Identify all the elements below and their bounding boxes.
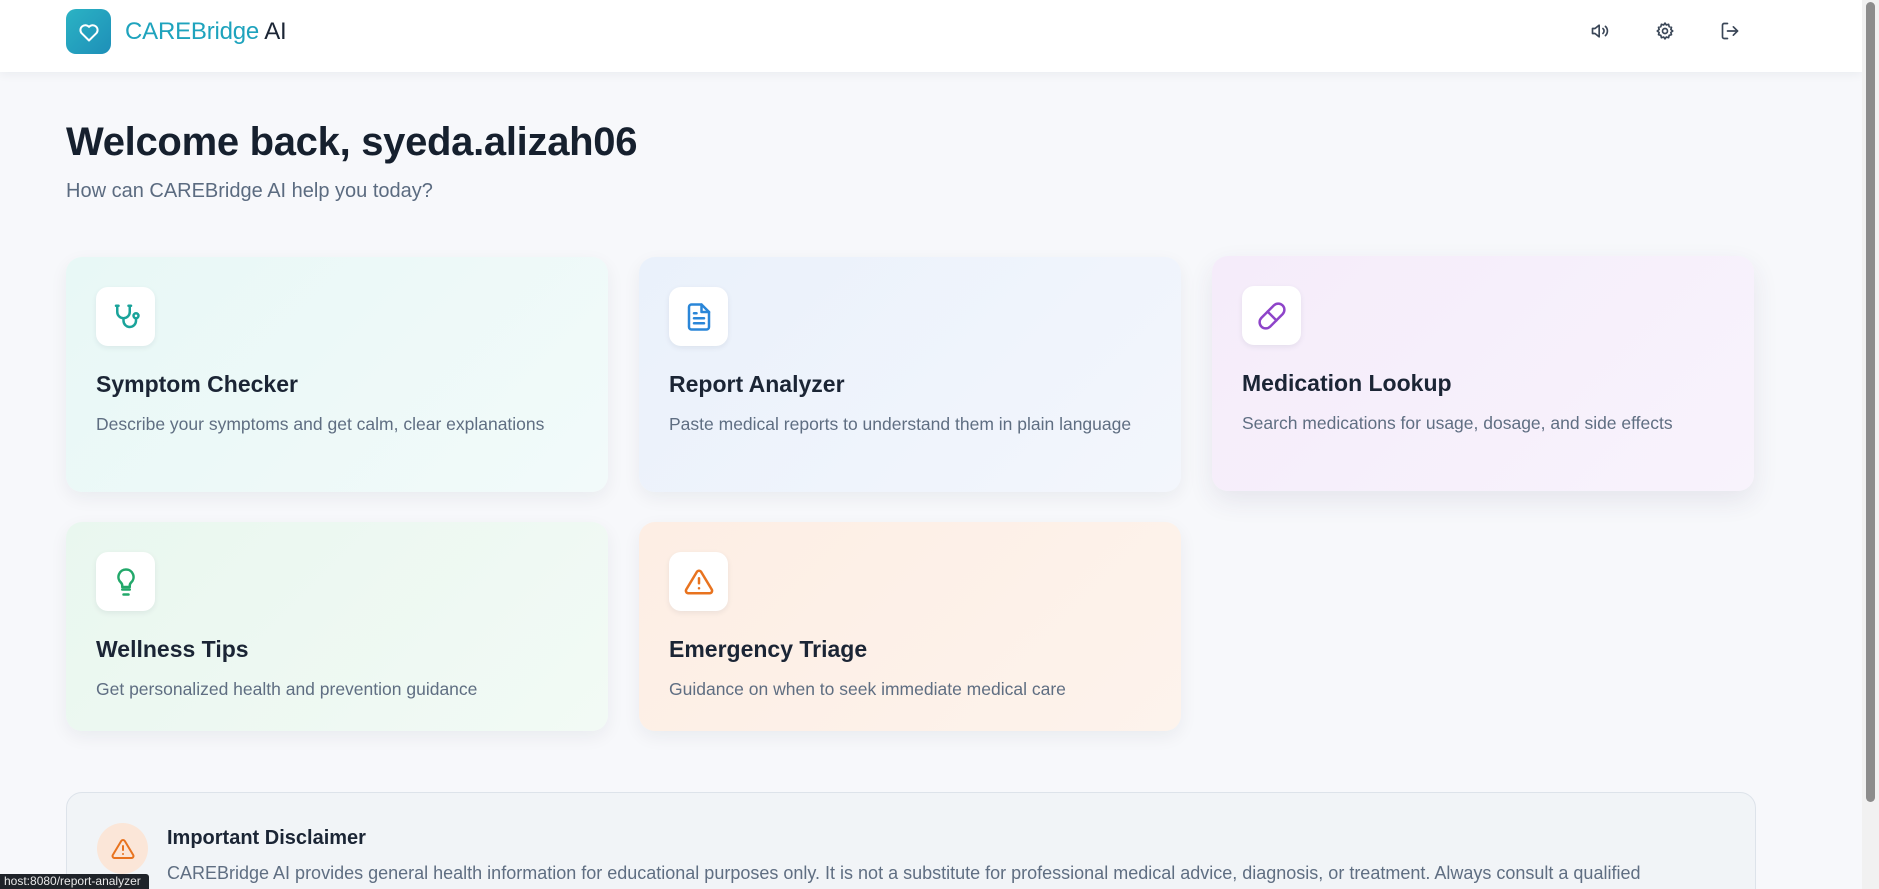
stethoscope-icon xyxy=(114,304,140,328)
card-report-analyzer[interactable]: Report Analyzer Paste medical reports to… xyxy=(639,257,1181,492)
card-title: Wellness Tips xyxy=(96,636,249,662)
top-header: CAREBridge AI xyxy=(0,0,1862,72)
disclaimer-panel: Important Disclaimer CAREBridge AI provi… xyxy=(66,792,1756,889)
card-icon-box xyxy=(1242,286,1301,345)
gear-icon xyxy=(1656,22,1674,40)
card-description: Get personalized health and prevention g… xyxy=(96,679,478,699)
logout-icon xyxy=(1721,22,1739,40)
heart-icon xyxy=(78,23,99,41)
card-description: Guidance on when to seek immediate medic… xyxy=(669,679,1066,699)
warning-icon xyxy=(684,568,713,594)
brand-name-part2: AI xyxy=(264,18,287,45)
card-symptom-checker[interactable]: Symptom Checker Describe your symptoms a… xyxy=(66,257,608,492)
audio-button[interactable] xyxy=(1583,14,1617,48)
card-description: Paste medical reports to understand them… xyxy=(669,414,1132,434)
disclaimer-title: Important Disclaimer xyxy=(167,827,366,849)
document-icon xyxy=(687,302,710,331)
vertical-scrollbar[interactable] xyxy=(1862,0,1879,889)
card-emergency-triage[interactable]: Emergency Triage Guidance on when to see… xyxy=(639,522,1181,731)
warning-icon xyxy=(111,838,134,859)
logo-badge[interactable] xyxy=(66,9,111,54)
card-description: Search medications for usage, dosage, an… xyxy=(1242,413,1673,433)
card-icon-box xyxy=(669,552,728,611)
card-title: Medication Lookup xyxy=(1242,370,1452,396)
brand-name-part1: CAREBridge xyxy=(125,18,260,45)
card-wellness-tips[interactable]: Wellness Tips Get personalized health an… xyxy=(66,522,608,731)
scrollbar-thumb[interactable] xyxy=(1866,2,1875,802)
logout-button[interactable] xyxy=(1713,14,1747,48)
card-medication-lookup[interactable]: Medication Lookup Search medications for… xyxy=(1212,256,1754,491)
welcome-title: Welcome back, syeda.alizah06 xyxy=(66,120,638,164)
card-title: Emergency Triage xyxy=(669,636,868,662)
card-icon-box xyxy=(96,552,155,611)
disclaimer-icon-circle xyxy=(97,823,148,874)
settings-button[interactable] xyxy=(1648,14,1682,48)
lightbulb-icon xyxy=(116,567,135,596)
card-description: Describe your symptoms and get calm, cle… xyxy=(96,414,545,434)
brand-name[interactable]: CAREBridge AI xyxy=(125,18,287,46)
speaker-icon xyxy=(1591,24,1609,38)
welcome-subtitle: How can CAREBridge AI help you today? xyxy=(66,180,433,202)
card-icon-box xyxy=(669,287,728,346)
card-title: Symptom Checker xyxy=(96,371,298,397)
card-icon-box xyxy=(96,287,155,346)
pill-icon xyxy=(1257,301,1286,330)
disclaimer-text: CAREBridge AI provides general health in… xyxy=(167,863,1641,883)
card-title: Report Analyzer xyxy=(669,371,845,397)
status-bar-url: host:8080/report-analyzer xyxy=(0,874,149,889)
